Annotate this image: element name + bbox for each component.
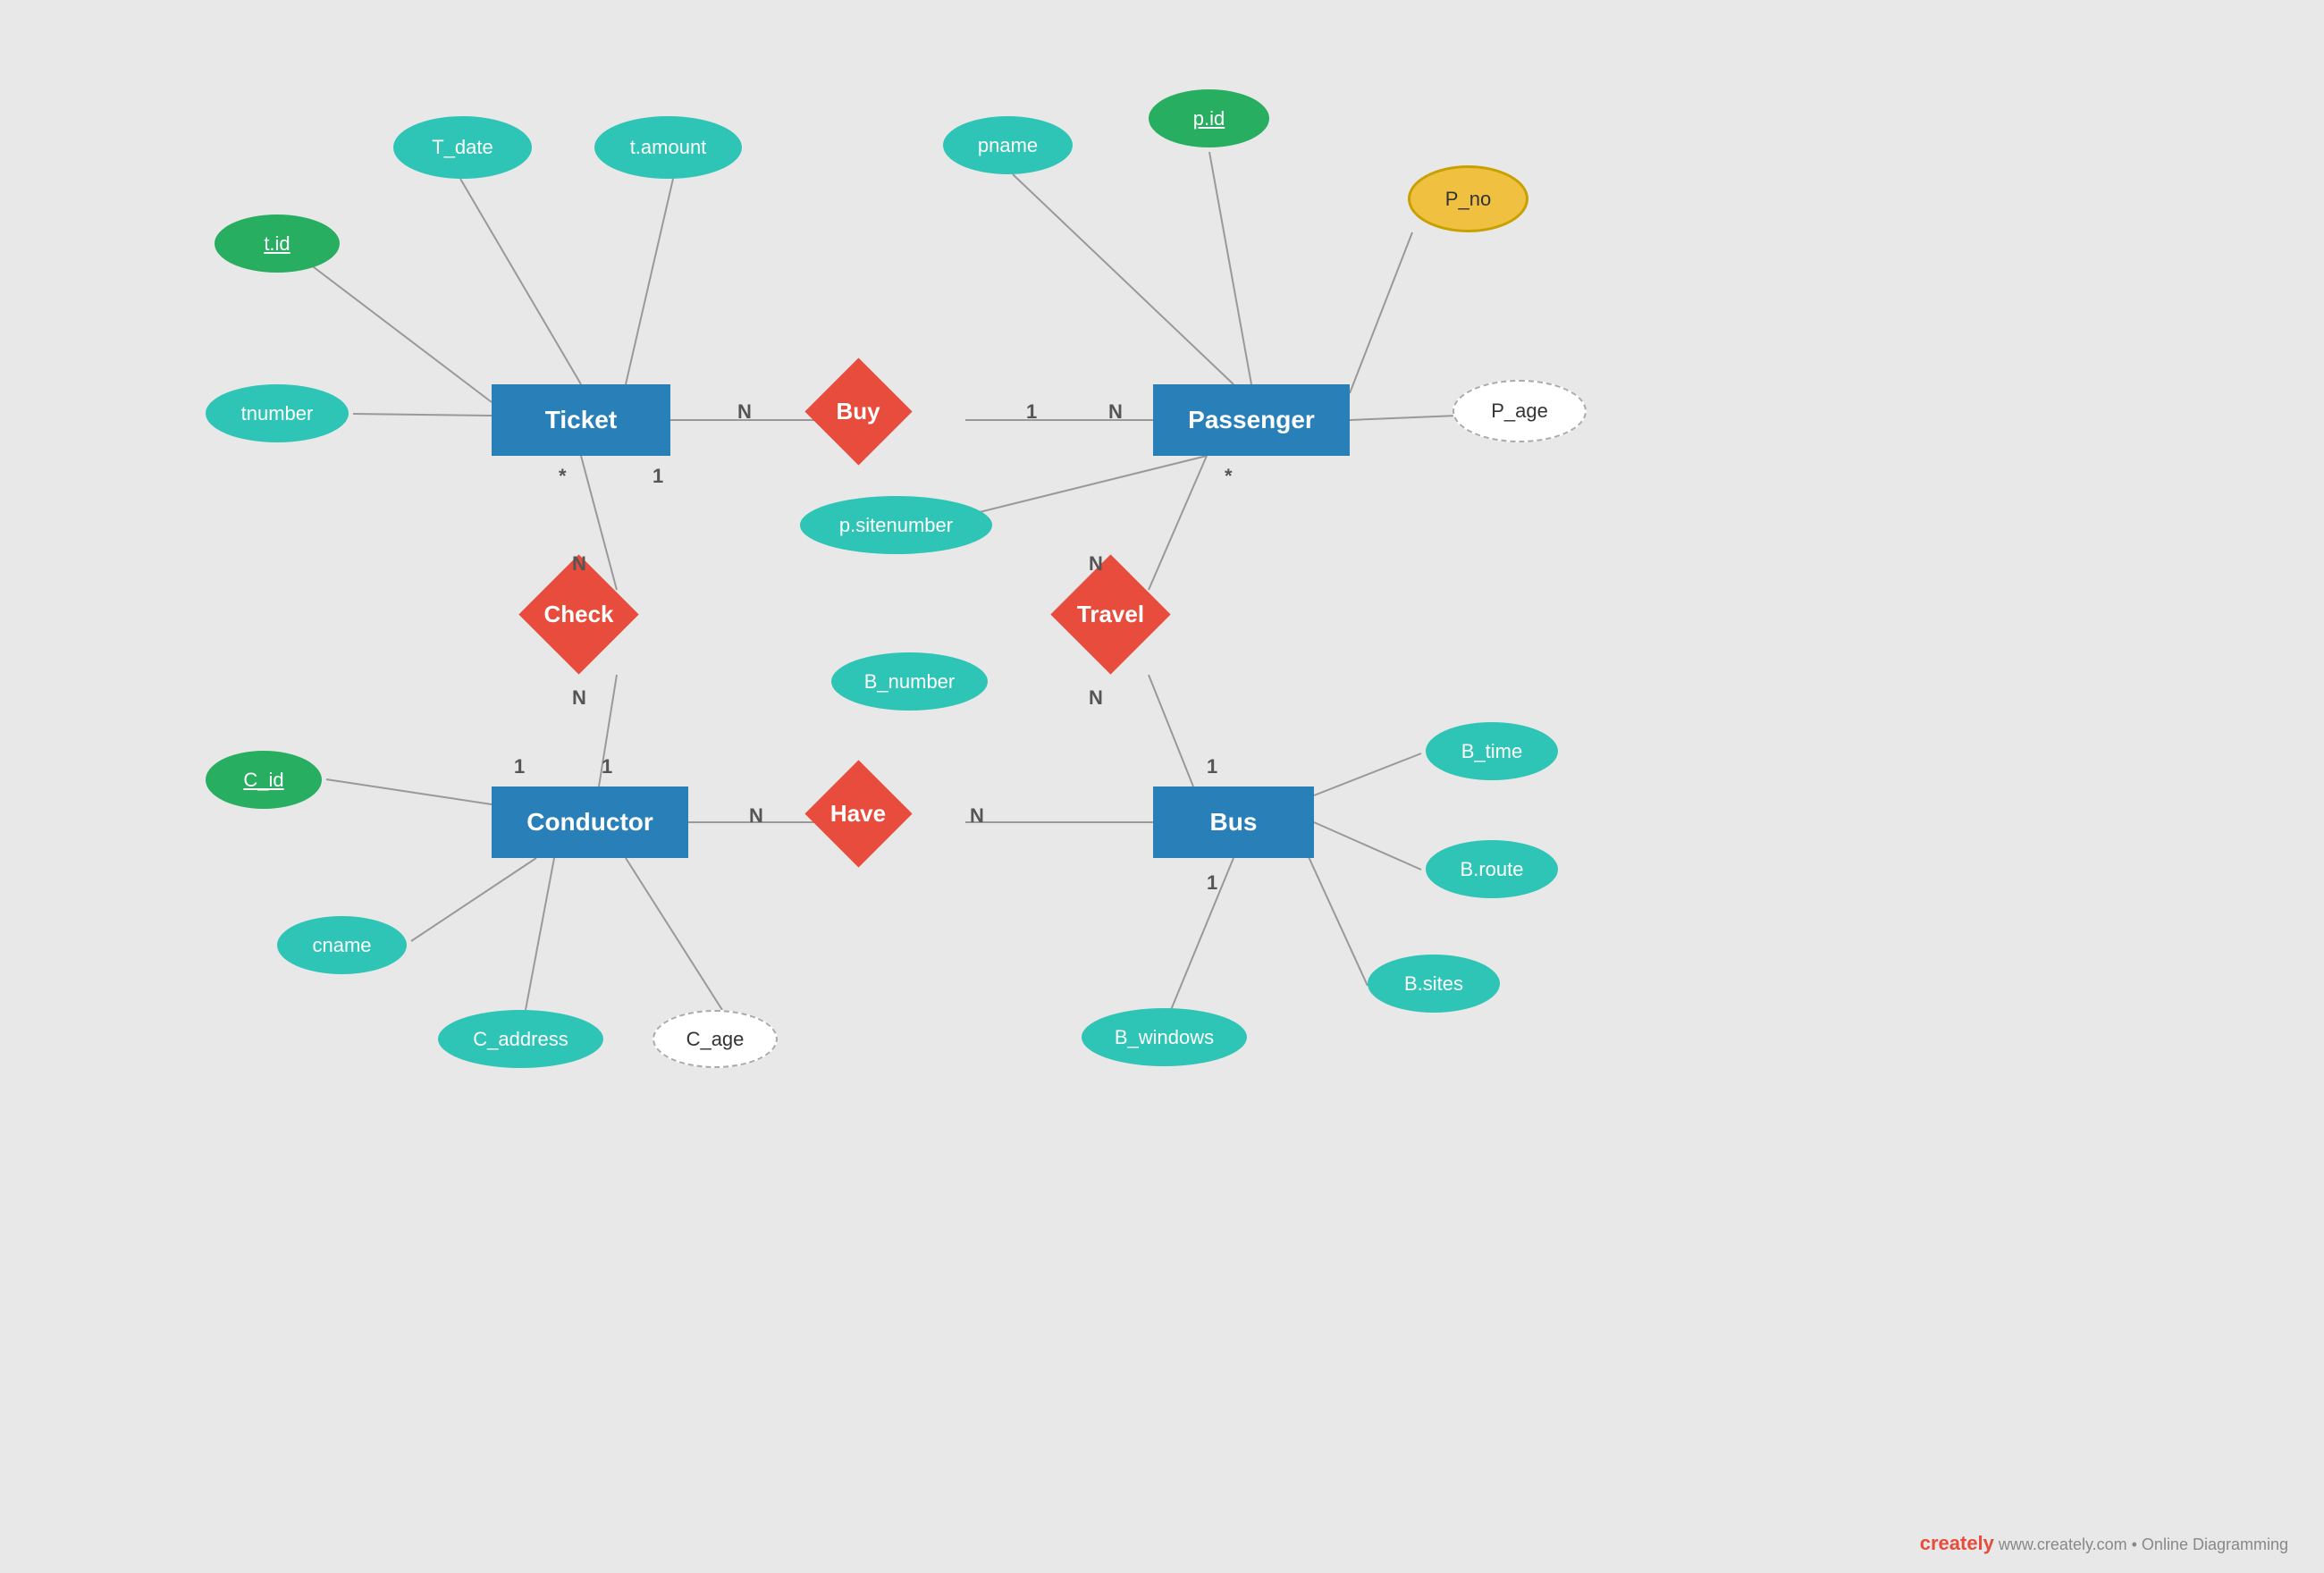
attr-c-id[interactable]: C_id xyxy=(206,751,322,809)
attr-t-id-label: t.id xyxy=(264,232,290,256)
watermark-text: www.creately.com • Online Diagramming xyxy=(1999,1535,2288,1553)
attr-pname[interactable]: pname xyxy=(943,116,1073,174)
attr-b-route-label: B.route xyxy=(1461,858,1524,881)
card-bus-1-top: 1 xyxy=(1207,755,1217,778)
attr-t-date-label: T_date xyxy=(432,136,493,159)
attr-c-address[interactable]: C_address xyxy=(438,1010,603,1068)
card-conductor-1-left: 1 xyxy=(514,755,525,778)
attr-b-time-label: B_time xyxy=(1461,740,1522,763)
attr-b-windows-label: B_windows xyxy=(1115,1026,1214,1049)
attr-c-age[interactable]: C_age xyxy=(653,1010,778,1068)
attr-p-sitenumber-label: p.sitenumber xyxy=(839,514,953,537)
attr-t-date[interactable]: T_date xyxy=(393,116,532,179)
entity-conductor[interactable]: Conductor xyxy=(492,786,688,858)
card-conductor-have-n: N xyxy=(749,804,763,828)
attr-cname-label: cname xyxy=(312,934,371,957)
card-have-bus-n: N xyxy=(970,804,984,828)
card-ticket-1: 1 xyxy=(653,465,663,488)
attr-b-sites[interactable]: B.sites xyxy=(1368,955,1500,1013)
attr-b-time[interactable]: B_time xyxy=(1426,722,1558,780)
card-conductor-1-right: 1 xyxy=(602,755,612,778)
attr-t-id[interactable]: t.id xyxy=(215,214,340,273)
watermark-brand: creately xyxy=(1920,1532,1994,1554)
attr-p-no[interactable]: P_no xyxy=(1408,165,1528,232)
attr-b-route[interactable]: B.route xyxy=(1426,840,1558,898)
attr-b-number-label: B_number xyxy=(864,670,956,694)
card-buy-passenger-1: 1 xyxy=(1026,400,1037,424)
attr-p-no-label: P_no xyxy=(1445,188,1491,211)
attr-tnumber-label: tnumber xyxy=(241,402,314,425)
diagram-canvas: Ticket Passenger Conductor Bus Buy Check… xyxy=(0,0,2324,1573)
card-travel-n-bot: N xyxy=(1089,686,1103,710)
attr-b-number[interactable]: B_number xyxy=(831,652,988,711)
relationship-have[interactable]: Have xyxy=(804,760,912,867)
attr-c-id-label: C_id xyxy=(243,769,283,792)
entity-bus-label: Bus xyxy=(1210,808,1258,837)
watermark: creately www.creately.com • Online Diagr… xyxy=(1920,1532,2288,1555)
relationship-buy[interactable]: Buy xyxy=(804,358,912,465)
card-ticket-star: * xyxy=(559,465,567,488)
attr-t-amount[interactable]: t.amount xyxy=(594,116,742,179)
attr-c-address-label: C_address xyxy=(473,1028,568,1051)
attr-pname-label: pname xyxy=(978,134,1038,157)
entity-ticket-label: Ticket xyxy=(545,406,617,434)
entity-conductor-label: Conductor xyxy=(526,808,653,837)
card-passenger-star: * xyxy=(1225,465,1233,488)
attr-cname[interactable]: cname xyxy=(277,916,407,974)
attr-p-age-label: P_age xyxy=(1491,400,1548,423)
attr-p-sitenumber[interactable]: p.sitenumber xyxy=(800,496,992,554)
entity-bus[interactable]: Bus xyxy=(1153,786,1314,858)
card-passenger-buy-n: N xyxy=(1108,400,1123,424)
card-check-n-bot: N xyxy=(572,686,586,710)
card-check-n-top: N xyxy=(572,552,586,576)
entity-ticket[interactable]: Ticket xyxy=(492,384,670,456)
attr-c-age-label: C_age xyxy=(686,1028,745,1051)
attr-p-id[interactable]: p.id xyxy=(1149,89,1269,147)
attr-p-age[interactable]: P_age xyxy=(1452,380,1587,442)
card-bus-1-bot: 1 xyxy=(1207,871,1217,895)
entity-passenger-label: Passenger xyxy=(1188,406,1315,434)
card-travel-n-top: N xyxy=(1089,552,1103,576)
attr-tnumber[interactable]: tnumber xyxy=(206,384,349,442)
entity-passenger[interactable]: Passenger xyxy=(1153,384,1350,456)
relationship-travel[interactable]: Travel xyxy=(1050,554,1171,675)
card-ticket-buy-n: N xyxy=(737,400,752,424)
attr-t-amount-label: t.amount xyxy=(630,136,707,159)
attr-p-id-label: p.id xyxy=(1193,107,1225,130)
attr-b-sites-label: B.sites xyxy=(1404,972,1463,996)
attr-b-windows[interactable]: B_windows xyxy=(1082,1008,1247,1066)
